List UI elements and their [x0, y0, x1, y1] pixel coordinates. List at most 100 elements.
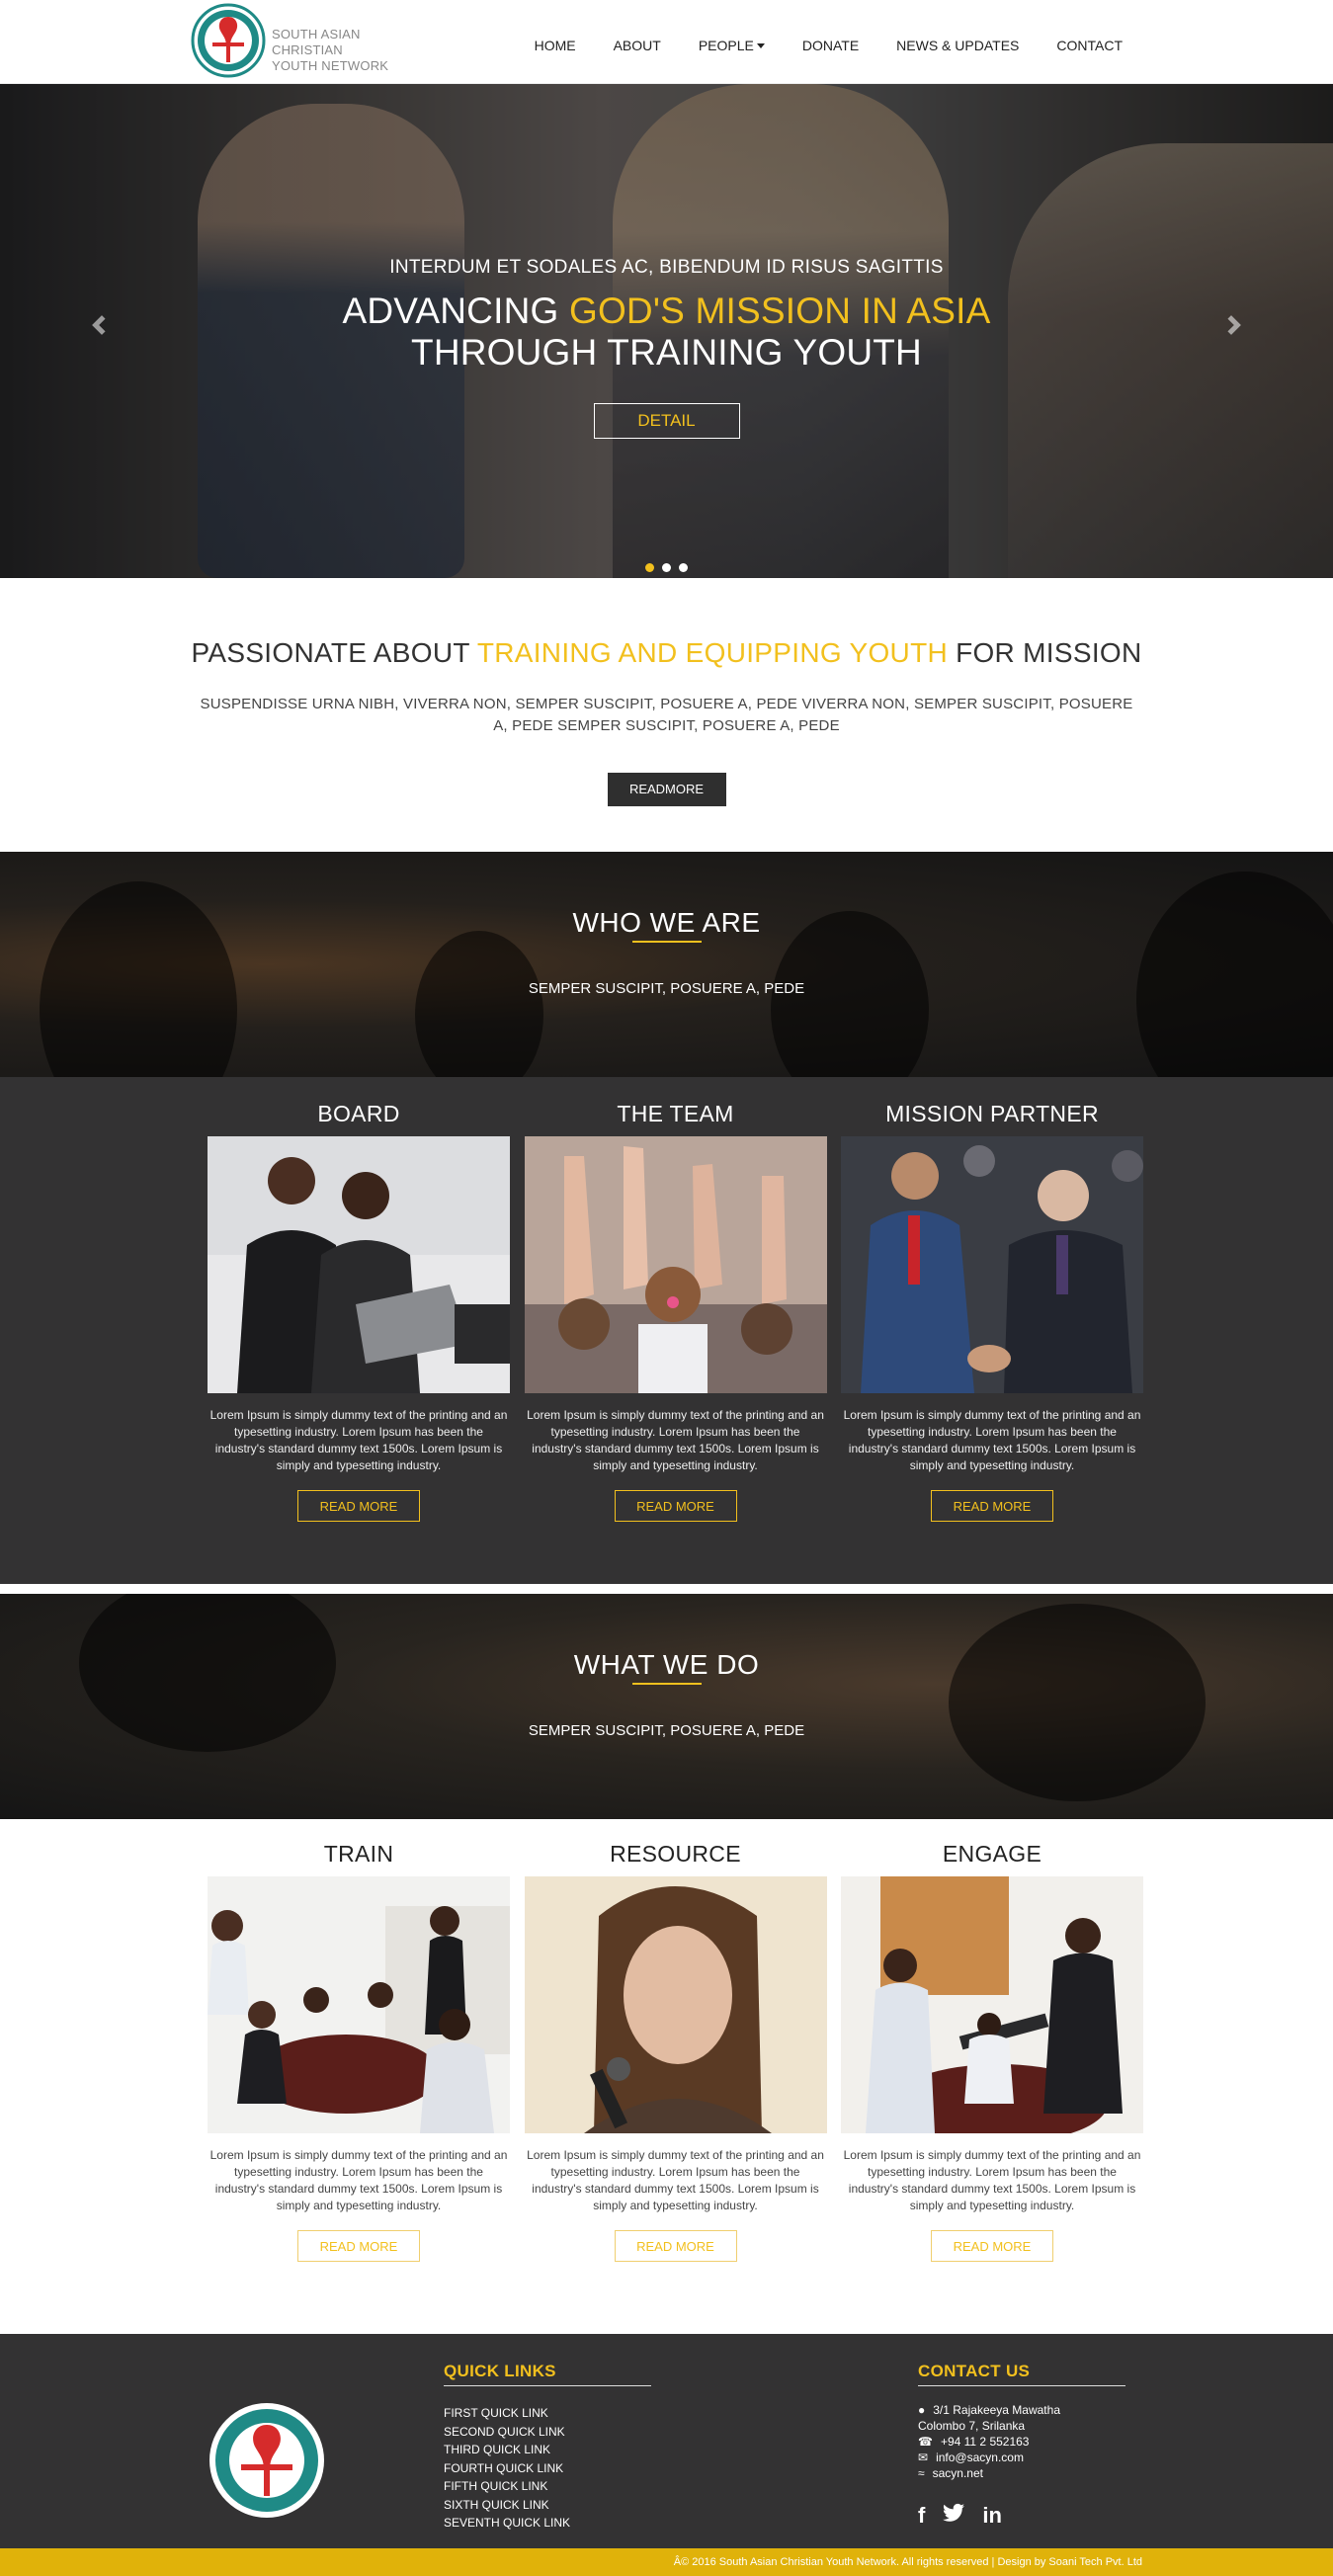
read-more-button[interactable]: READ MORE: [614, 1490, 737, 1522]
who-we-are-banner: WHO WE ARE SEMPER SUSCIPIT, POSUERE A, P…: [0, 852, 1333, 1077]
card-the-team: THE TEAM Lorem Ipsum is simply dummy tex…: [524, 1091, 827, 1522]
brand-name[interactable]: SOUTH ASIAN CHRISTIAN YOUTH NETWORK: [272, 27, 430, 74]
what-we-do-banner: WHAT WE DO SEMPER SUSCIPIT, POSUERE A, P…: [0, 1594, 1333, 1819]
linkedin-icon[interactable]: in: [982, 2503, 1002, 2529]
copyright-bar: Â© 2016 South Asian Christian Youth Netw…: [0, 2548, 1333, 2576]
section-divider: [0, 1584, 1333, 1594]
phone-icon: ☎: [918, 2435, 933, 2449]
quick-link[interactable]: FIFTH QUICK LINK: [444, 2477, 651, 2496]
title-underline: [631, 941, 702, 943]
card-title: RESOURCE: [610, 1841, 741, 1867]
intro-section: PASSIONATE ABOUT TRAINING AND EQUIPPING …: [0, 578, 1333, 852]
audience-silhouette: [1136, 872, 1333, 1077]
card-text: Lorem Ipsum is simply dummy text of the …: [843, 1408, 1141, 1472]
main-nav: HOME ABOUT PEOPLE DONATE NEWS & UPDATES …: [535, 38, 1123, 53]
quick-links-title: QUICK LINKS: [444, 2362, 651, 2386]
intro-title-pre: PASSIONATE ABOUT: [191, 637, 477, 668]
address-line-2: Colombo 7, Srilanka: [918, 2419, 1026, 2433]
nav-home-label: HOME: [534, 38, 576, 53]
hero-title-pre: ADVANCING: [342, 291, 569, 331]
nav-contact-label: CONTACT: [1056, 38, 1123, 53]
card-title: BOARD: [317, 1101, 400, 1126]
nav-people-label: PEOPLE: [698, 38, 754, 53]
caret-down-icon: [756, 43, 765, 48]
nav-home[interactable]: HOME: [535, 38, 576, 53]
twitter-icon[interactable]: [943, 2503, 965, 2529]
phone-number[interactable]: +94 11 2 552163: [941, 2434, 1030, 2450]
footer-logo-icon[interactable]: [208, 2401, 326, 2520]
read-more-button[interactable]: READ MORE: [297, 1490, 420, 1522]
card-text: Lorem Ipsum is simply dummy text of the …: [843, 2148, 1141, 2212]
nav-about[interactable]: ABOUT: [614, 38, 661, 53]
nav-donate-label: DONATE: [801, 38, 860, 53]
nav-news-label: NEWS & UPDATES: [896, 38, 1020, 53]
contact-title: CONTACT US: [918, 2362, 1125, 2386]
quick-links-list: FIRST QUICK LINK SECOND QUICK LINK THIRD…: [444, 2404, 651, 2533]
quick-link[interactable]: FOURTH QUICK LINK: [444, 2459, 651, 2478]
hero-caption: INTERDUM ET SODALES AC, BIBENDUM ID RISU…: [0, 257, 1333, 439]
card-text: Lorem Ipsum is simply dummy text of the …: [209, 2148, 508, 2212]
nav-people[interactable]: PEOPLE: [699, 38, 765, 53]
carousel-dot-2[interactable]: [662, 563, 671, 572]
card-text: Lorem Ipsum is simply dummy text of the …: [527, 1408, 824, 1472]
resource-photo: [524, 1876, 827, 2133]
hero-subtitle: INTERDUM ET SODALES AC, BIBENDUM ID RISU…: [389, 257, 944, 278]
card-text: Lorem Ipsum is simply dummy text of the …: [209, 1408, 508, 1472]
readmore-button[interactable]: READMORE: [607, 773, 726, 806]
carousel-dot-3[interactable]: [679, 563, 689, 572]
hero-title-highlight: GOD'S MISSION IN ASIA: [568, 291, 991, 331]
contact-details: ● 3/1 Rajakeeya Mawatha Colombo 7, Srilan…: [918, 2402, 1125, 2481]
quick-link[interactable]: THIRD QUICK LINK: [444, 2441, 651, 2459]
who-we-are-cards: BOARD Lorem Ipsum is simply dummy text o…: [0, 1077, 1333, 1584]
map-marker-icon: ●: [918, 2403, 926, 2417]
card-title: THE TEAM: [617, 1101, 734, 1126]
website-link[interactable]: sacyn.net: [933, 2465, 983, 2481]
mission-partner-photo: [841, 1136, 1143, 1393]
audience-silhouette: [415, 931, 543, 1077]
read-more-button[interactable]: READ MORE: [931, 2230, 1053, 2262]
intro-title: PASSIONATE ABOUT TRAINING AND EQUIPPING …: [0, 637, 1333, 669]
team-photo: [524, 1136, 827, 1393]
detail-button[interactable]: DETAIL: [593, 403, 740, 439]
social-links: f in: [918, 2503, 1125, 2529]
who-we-are-subtitle: SEMPER SUSCIPIT, POSUERE A, PEDE: [528, 980, 805, 997]
carousel-dot-1[interactable]: [644, 563, 654, 572]
card-title: TRAIN: [323, 1841, 394, 1867]
contact-column: CONTACT US ● 3/1 Rajakeeya Mawatha Colomb…: [918, 2362, 1125, 2529]
quick-links-column: QUICK LINKS FIRST QUICK LINK SECOND QUIC…: [444, 2362, 651, 2533]
nav-news[interactable]: NEWS & UPDATES: [896, 38, 1019, 53]
hero-title: ADVANCING GOD'S MISSION IN ASIA THROUGH …: [0, 291, 1333, 374]
logo-icon[interactable]: [191, 3, 266, 78]
card-title: ENGAGE: [942, 1841, 1042, 1867]
brand-line-2: YOUTH NETWORK: [272, 58, 389, 73]
quick-link[interactable]: SEVENTH QUICK LINK: [444, 2514, 651, 2533]
wifi-icon: ≈: [918, 2466, 925, 2480]
hands-silhouette: [949, 1604, 1206, 1801]
what-we-do-title: WHAT WE DO: [573, 1649, 760, 1680]
quick-link[interactable]: SECOND QUICK LINK: [444, 2423, 651, 2442]
copyright-text: Â© 2016 South Asian Christian Youth Netw…: [673, 2556, 1142, 2568]
facebook-icon[interactable]: f: [918, 2503, 925, 2529]
nav-contact[interactable]: CONTACT: [1056, 38, 1123, 53]
nav-donate[interactable]: DONATE: [802, 38, 859, 53]
train-photo: [208, 1876, 510, 2133]
envelope-icon: ✉: [918, 2451, 929, 2464]
quick-link[interactable]: FIRST QUICK LINK: [444, 2404, 651, 2423]
intro-title-post: FOR MISSION: [948, 637, 1142, 668]
card-train: TRAIN Lorem Ipsum is simply dummy text o…: [208, 1831, 510, 2262]
card-resource: RESOURCE Lorem Ipsum is simply dummy tex…: [524, 1831, 827, 2262]
footer: QUICK LINKS FIRST QUICK LINK SECOND QUIC…: [0, 2334, 1333, 2548]
carousel-indicators: [0, 559, 1333, 577]
title-underline: [631, 1683, 702, 1685]
read-more-button[interactable]: READ MORE: [614, 2230, 737, 2262]
engage-photo: [841, 1876, 1143, 2133]
quick-link[interactable]: SIXTH QUICK LINK: [444, 2496, 651, 2515]
who-we-are-title: WHO WE ARE: [572, 907, 761, 938]
what-we-do-subtitle: SEMPER SUSCIPIT, POSUERE A, PEDE: [528, 1722, 805, 1739]
email-link[interactable]: info@sacyn.com: [936, 2450, 1024, 2465]
brand-line-1: SOUTH ASIAN CHRISTIAN: [272, 27, 361, 57]
read-more-button[interactable]: READ MORE: [297, 2230, 420, 2262]
card-mission-partner: MISSION PARTNER Lorem Ipsum is simply du…: [841, 1091, 1143, 1522]
read-more-button[interactable]: READ MORE: [931, 1490, 1053, 1522]
intro-text: SUSPENDISSE URNA NIBH, VIVERRA NON, SEMP…: [200, 696, 1133, 734]
